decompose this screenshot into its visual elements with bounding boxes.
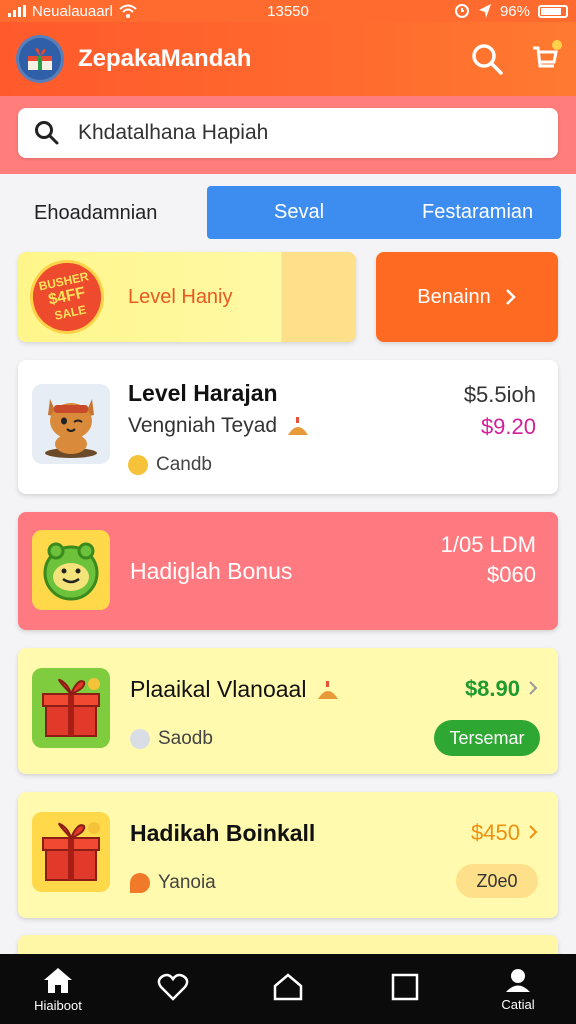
item-meta-text: Saodb <box>158 728 213 749</box>
gift-box-logo-icon <box>28 48 52 70</box>
bonus-price: $060 <box>487 562 536 587</box>
nav-profile-label: Catial <box>501 996 535 1012</box>
search-icon <box>35 121 59 145</box>
sale-badge: BUSHER $4FF SALE <box>23 253 111 341</box>
list-item[interactable]: Level Harajan Vengniah Teyad Candb $5.5i… <box>18 360 558 494</box>
item-price: $8.90 <box>464 676 520 701</box>
house-outline-icon <box>273 973 303 1001</box>
promo-button[interactable]: Benainn <box>376 252 558 342</box>
item-title: Plaaikal Vlanoaal <box>130 676 307 702</box>
gift-box-icon <box>42 678 100 737</box>
item-subtitle-row: Vengniah Teyad <box>128 414 311 438</box>
coin-icon <box>128 455 148 475</box>
gift-thumbnail <box>32 668 110 748</box>
cat-thumbnail <box>32 384 110 464</box>
app-header: ZepakaMandah <box>0 22 576 96</box>
tab-festaramian[interactable]: Festaramian <box>422 201 533 224</box>
item-meta: Candb <box>128 454 212 476</box>
location-icon <box>478 4 491 18</box>
item-meta: Yanoia <box>130 872 216 894</box>
search-bar[interactable] <box>18 108 558 158</box>
search-icon[interactable] <box>470 42 504 76</box>
chevron-right-icon <box>529 825 538 839</box>
profile-icon <box>506 968 530 992</box>
cat-mascot-icon <box>45 399 97 458</box>
battery-percent: 96% <box>499 2 530 20</box>
nav-home[interactable]: Hiaiboot <box>18 954 98 1024</box>
app-title: ZepakaMandah <box>78 45 252 72</box>
item-title: Hadikah Boinkall <box>130 820 316 846</box>
battery-icon <box>538 4 568 18</box>
item-title: Level Harajan <box>128 380 278 406</box>
gift-box-icon <box>42 822 100 881</box>
tabs-row: Ehoadamnian Seval Festaramian <box>0 182 576 242</box>
cake-icon <box>318 680 339 699</box>
item-meta: Saodb <box>130 728 213 750</box>
carrier-label: Neualauaarl <box>32 2 113 20</box>
promo-title: Level Haniy <box>128 286 233 308</box>
square-icon <box>391 973 419 1001</box>
cake-icon <box>288 417 309 435</box>
action-button[interactable]: Tersemar <box>434 720 540 756</box>
promo-row: BUSHER $4FF SALE Level Haniy Benainn <box>18 252 558 344</box>
tab-pill-group: Seval Festaramian <box>207 186 561 239</box>
bonus-title: Hadiglah Bonus <box>130 558 293 584</box>
item-price: $9.20 <box>480 414 536 439</box>
item-price-top: $5.5ioh <box>463 382 536 407</box>
alarm-icon <box>454 4 469 18</box>
nav-favorites[interactable] <box>133 954 213 1024</box>
status-bar: Neualauaarl 13550 96% <box>0 0 576 22</box>
chevron-right-icon <box>529 681 538 695</box>
item-price: $450 <box>471 820 520 845</box>
heart-icon <box>157 973 189 1001</box>
item-meta-text: Yanoia <box>158 872 216 893</box>
bonus-thumbnail <box>32 530 110 610</box>
search-input[interactable] <box>78 121 518 145</box>
frog-mascot-icon <box>43 542 99 601</box>
cart-button[interactable] <box>530 39 562 77</box>
nav-house[interactable] <box>248 954 328 1024</box>
gift-thumbnail <box>32 812 110 892</box>
nav-square[interactable] <box>365 954 445 1024</box>
search-section <box>0 96 576 174</box>
item-subtitle: Vengniah Teyad <box>128 414 278 437</box>
chevron-right-icon <box>505 289 516 305</box>
bonus-price-top: 1/05 LDM <box>440 532 536 557</box>
bottom-nav: Hiaiboot Catial <box>0 954 576 1024</box>
cart-badge-dot <box>552 39 562 50</box>
wifi-icon <box>119 4 137 18</box>
location-pin-icon <box>130 873 150 893</box>
nav-profile[interactable]: Catial <box>478 954 558 1024</box>
app-logo <box>16 35 64 83</box>
list-item[interactable]: Hadikah Boinkall Yanoia $450 Z0e0 <box>18 792 558 918</box>
promo-card[interactable]: BUSHER $4FF SALE Level Haniy <box>18 252 356 342</box>
item-meta-text: Candb <box>156 454 212 475</box>
tab-left[interactable]: Ehoadamnian <box>34 202 157 225</box>
action-button[interactable]: Z0e0 <box>456 864 538 898</box>
info-icon <box>130 729 150 749</box>
nav-home-label: Hiaiboot <box>34 997 82 1013</box>
promo-button-label: Benainn <box>417 285 491 308</box>
item-title-row: Plaaikal Vlanoaal <box>130 676 340 703</box>
bonus-card[interactable]: Hadiglah Bonus 1/05 LDM $060 <box>18 512 558 630</box>
home-icon <box>44 967 72 993</box>
tab-seval[interactable]: Seval <box>274 201 324 224</box>
list-item[interactable]: Plaaikal Vlanoaal Saodb $8.90 Tersemar <box>18 648 558 774</box>
signal-icon <box>8 5 26 17</box>
